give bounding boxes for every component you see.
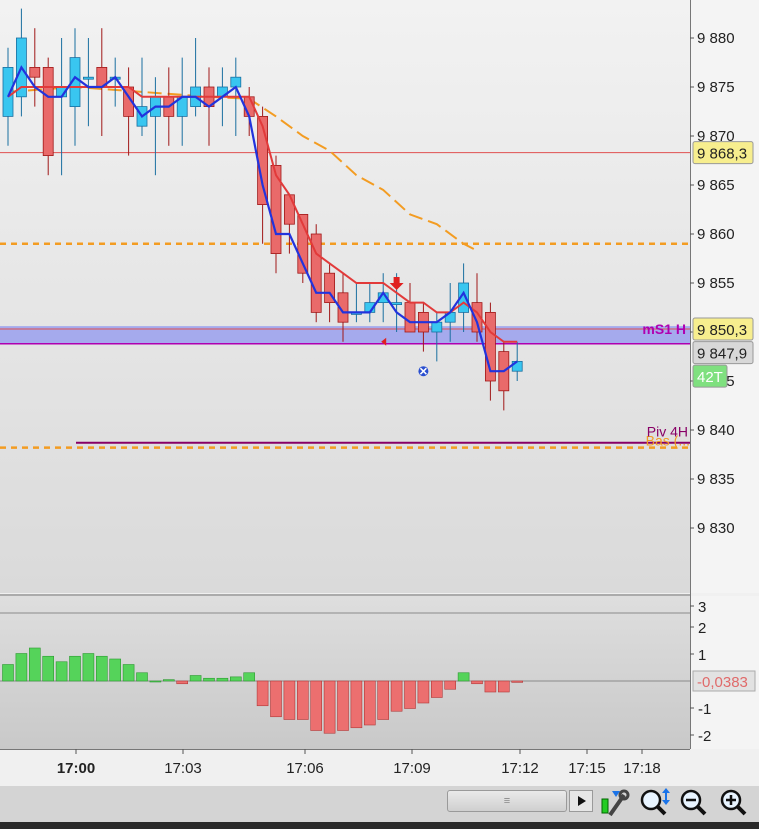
oscillator-bar (377, 680, 390, 720)
horizontal-scrollbar[interactable]: ≡ (447, 790, 567, 812)
oscillator-bar (15, 653, 28, 682)
price-tick-label: 9 840 (697, 422, 735, 439)
scroll-grip[interactable]: ≡ (448, 794, 566, 808)
oscillator-bar (430, 680, 443, 698)
oscillator-bar (323, 680, 336, 734)
oscillator-bar (28, 647, 41, 682)
oscillator-bar (109, 658, 121, 682)
oscillator-bar (296, 680, 309, 720)
price-tick-label: 9 835 (697, 471, 735, 488)
candle-body (83, 76, 94, 80)
oscillator-bar (216, 677, 229, 682)
time-tick-label: 17:00 (57, 760, 95, 777)
oscillator-bar (457, 672, 470, 682)
price-tag-label: 42T (697, 369, 723, 386)
price-tick-label: 9 830 (697, 520, 735, 537)
oscillator-tick-label: 2 (698, 620, 706, 637)
oscillator-bar (270, 680, 282, 718)
zoom-in-button[interactable] (718, 787, 750, 819)
oscillator-bar (203, 677, 215, 682)
oscillator-bar (417, 680, 430, 704)
candle-body (230, 76, 242, 88)
price-tick-label: 9 865 (697, 177, 735, 194)
oscillator-tick-label: 3 (698, 599, 706, 616)
oscillator-tick-label: -2 (698, 728, 711, 745)
wrench-icon (601, 789, 630, 817)
candle-body (431, 321, 443, 333)
oscillator-bar (350, 680, 363, 729)
candle-body (2, 67, 14, 117)
oscillator-tick-label: -1 (698, 701, 711, 718)
candle-body (29, 67, 41, 78)
play-right-icon (578, 796, 586, 806)
zoom-out-button[interactable] (678, 787, 710, 819)
piv-4h-label: Piv 4H (647, 424, 688, 440)
candle-body (42, 67, 54, 156)
oscillator-bar (82, 653, 95, 682)
price-tick-label: 9 855 (697, 275, 735, 292)
wrench-tool-button[interactable] (598, 787, 630, 819)
price-tag-label: 9 868,3 (697, 146, 747, 163)
price-tick-label: 9 875 (697, 79, 735, 96)
candle-body (283, 194, 295, 225)
oscillator-bar (243, 672, 255, 682)
price-tag-label: 9 847,9 (697, 346, 747, 363)
time-tick-label: 17:06 (286, 760, 324, 777)
time-tick-label: 17:03 (164, 760, 202, 777)
oscillator-bar (55, 661, 68, 682)
oscillator-bar (69, 655, 81, 682)
oscillator-bar (176, 680, 188, 685)
oscillator-bar (363, 680, 376, 726)
oscillator-bar (283, 680, 296, 720)
oscillator-bar (471, 680, 483, 685)
ms1-h-label: mS1 H (642, 321, 686, 337)
oscillator-bar (163, 679, 175, 682)
oscillator-bar (310, 680, 323, 731)
oscillator-bar (149, 680, 162, 683)
oscillator-bar (42, 655, 55, 682)
oscillator-bar (256, 680, 269, 707)
oscillator-tick-label: 1 (698, 647, 706, 664)
oscillator-bar (497, 680, 510, 693)
time-tick-label: 17:15 (568, 760, 606, 777)
oscillator-bar (96, 655, 108, 682)
chart-area[interactable]: mS1 HBas (...Piv 4H 9 8809 8759 8709 865… (0, 0, 759, 829)
oscillator-bar (484, 680, 497, 693)
oscillator-value-label: -0,0383 (697, 674, 748, 691)
window-bottom-strip (0, 822, 759, 829)
oscillator-bar (444, 680, 457, 690)
zoom-out-icon (680, 789, 707, 816)
oscillator-bar (136, 672, 148, 682)
candle-body (391, 302, 403, 306)
time-tick-label: 17:18 (623, 760, 661, 777)
candle-body (404, 302, 416, 333)
oscillator-bar (189, 675, 202, 682)
price-tick-label: 9 860 (697, 226, 735, 243)
oscillator-bar (390, 680, 403, 712)
oscillator-bar (404, 680, 416, 709)
price-tag-label: 9 850,3 (697, 322, 747, 339)
time-tick-label: 17:12 (501, 760, 539, 777)
oscillator-bar (122, 664, 135, 682)
zoom-auto-icon (640, 788, 670, 816)
oscillator-bar (511, 680, 524, 683)
zoom-in-icon (720, 789, 747, 816)
time-tick-label: 17:09 (393, 760, 431, 777)
oscillator-bar (2, 664, 14, 682)
oscillator-bar (230, 676, 242, 682)
oscillator-bar (337, 680, 349, 731)
zoom-auto-button[interactable] (638, 787, 670, 819)
scroll-right-button[interactable] (569, 790, 593, 812)
price-tick-label: 9 880 (697, 30, 735, 47)
